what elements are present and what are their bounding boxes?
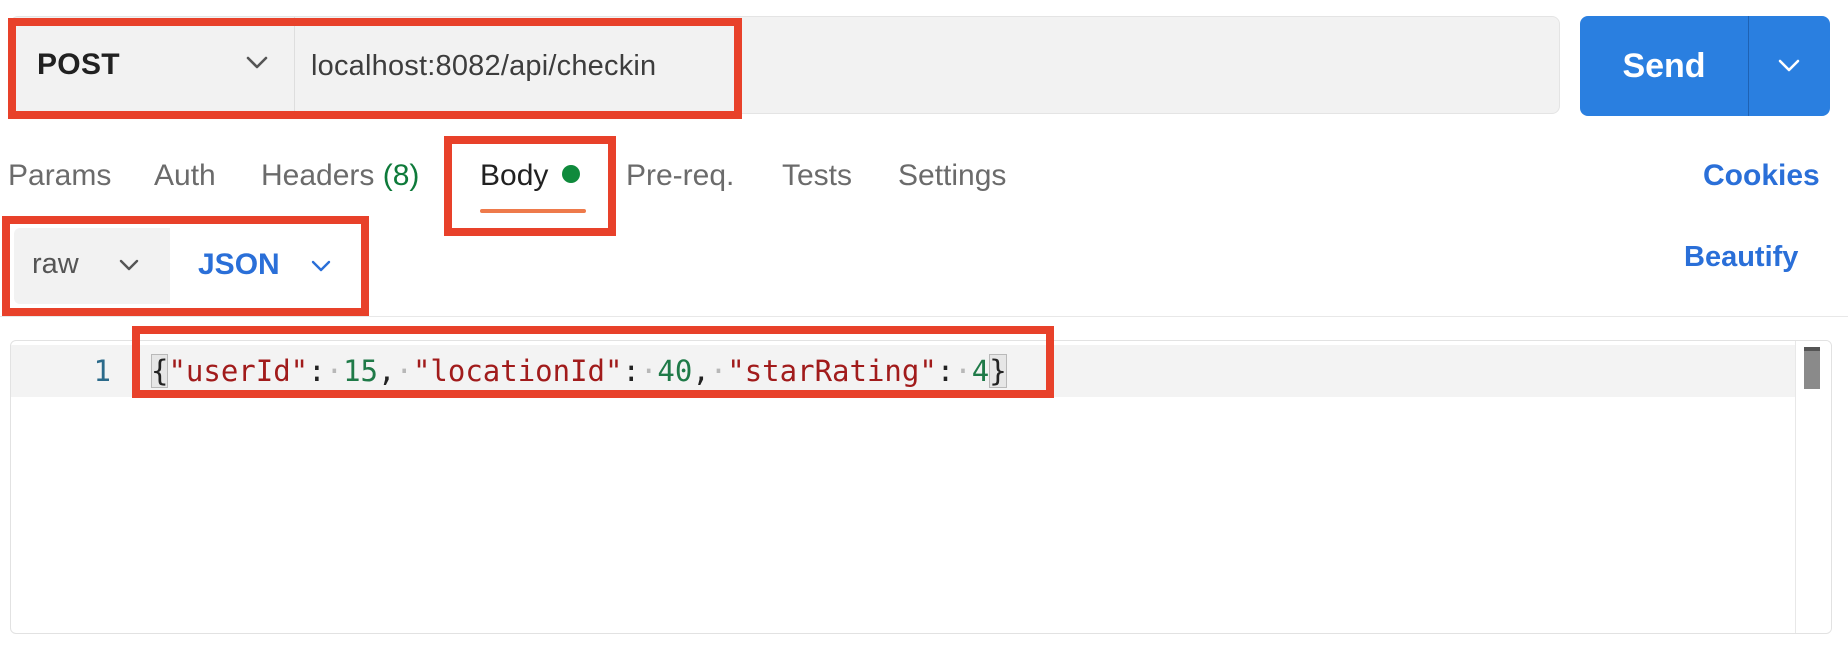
body-mode-select[interactable]: raw <box>14 228 170 304</box>
body-mode-label: raw <box>32 248 79 280</box>
whitespace-marker: · <box>639 354 658 388</box>
chevron-down-icon <box>246 56 268 69</box>
tab-headers[interactable]: Headers (8) <box>261 150 419 202</box>
json-colon: : <box>308 354 326 388</box>
json-value-userid: 15 <box>343 354 379 388</box>
json-value-starrating: 4 <box>971 354 990 388</box>
send-options-button[interactable] <box>1749 16 1830 116</box>
tab-label: Headers <box>261 159 375 192</box>
editor-scrollbar-thumb[interactable] <box>1804 347 1820 389</box>
url-input[interactable] <box>311 43 1511 89</box>
json-comma: , <box>378 354 396 388</box>
body-editor[interactable]: 1 {"userId":·15,·"locationId":·40,·"star… <box>10 340 1832 634</box>
code-line[interactable]: {"userId":·15,·"locationId":·40,·"starRa… <box>151 345 1007 397</box>
tab-label: Auth <box>154 159 216 192</box>
close-brace: } <box>989 354 1007 388</box>
tab-label: Tests <box>782 159 853 192</box>
body-active-dot <box>562 165 581 184</box>
json-colon: : <box>936 354 955 388</box>
headers-count: (8) <box>382 159 420 192</box>
open-brace: { <box>151 354 169 388</box>
cookies-link[interactable]: Cookies <box>1703 150 1820 202</box>
tab-pre-request[interactable]: Pre-req. <box>626 150 734 202</box>
line-number: 1 <box>93 354 111 388</box>
tab-settings[interactable]: Settings <box>898 150 1006 202</box>
whitespace-marker: · <box>325 354 344 388</box>
send-button-group: Send <box>1580 16 1830 116</box>
beautify-link[interactable]: Beautify <box>1684 241 1798 274</box>
json-key-userid: "userId" <box>168 354 309 388</box>
json-comma: , <box>692 354 710 388</box>
body-language-label: JSON <box>198 248 280 281</box>
tab-auth[interactable]: Auth <box>154 150 216 202</box>
tab-params[interactable]: Params <box>8 150 111 202</box>
method-label: POST <box>37 48 120 81</box>
json-colon: : <box>622 354 640 388</box>
json-key-starrating: "starRating" <box>727 354 937 388</box>
method-select[interactable]: POST <box>11 17 295 113</box>
whitespace-marker: · <box>709 354 728 388</box>
whitespace-marker: · <box>954 354 972 388</box>
tab-label: Params <box>8 159 112 192</box>
whitespace-marker: · <box>395 354 413 388</box>
tab-body[interactable]: Body <box>480 150 581 202</box>
send-button[interactable]: Send <box>1580 16 1748 116</box>
tab-tests[interactable]: Tests <box>782 150 852 202</box>
body-language-select[interactable]: JSON <box>178 228 358 304</box>
chevron-down-icon <box>119 259 139 271</box>
chevron-down-icon <box>311 260 331 272</box>
options-divider <box>0 316 1848 317</box>
request-tabs: Params Auth Headers (8) Body Pre-req. Te… <box>0 150 1848 210</box>
tab-label: Settings <box>898 159 1007 192</box>
request-bar: POST <box>10 16 1560 114</box>
tab-label: Pre-req. <box>626 159 735 192</box>
chevron-down-icon <box>1778 59 1800 72</box>
json-value-locationid: 40 <box>657 354 693 388</box>
tab-label: Body <box>480 159 549 192</box>
json-key-locationid: "locationId" <box>412 354 623 388</box>
active-tab-underline <box>480 209 586 213</box>
